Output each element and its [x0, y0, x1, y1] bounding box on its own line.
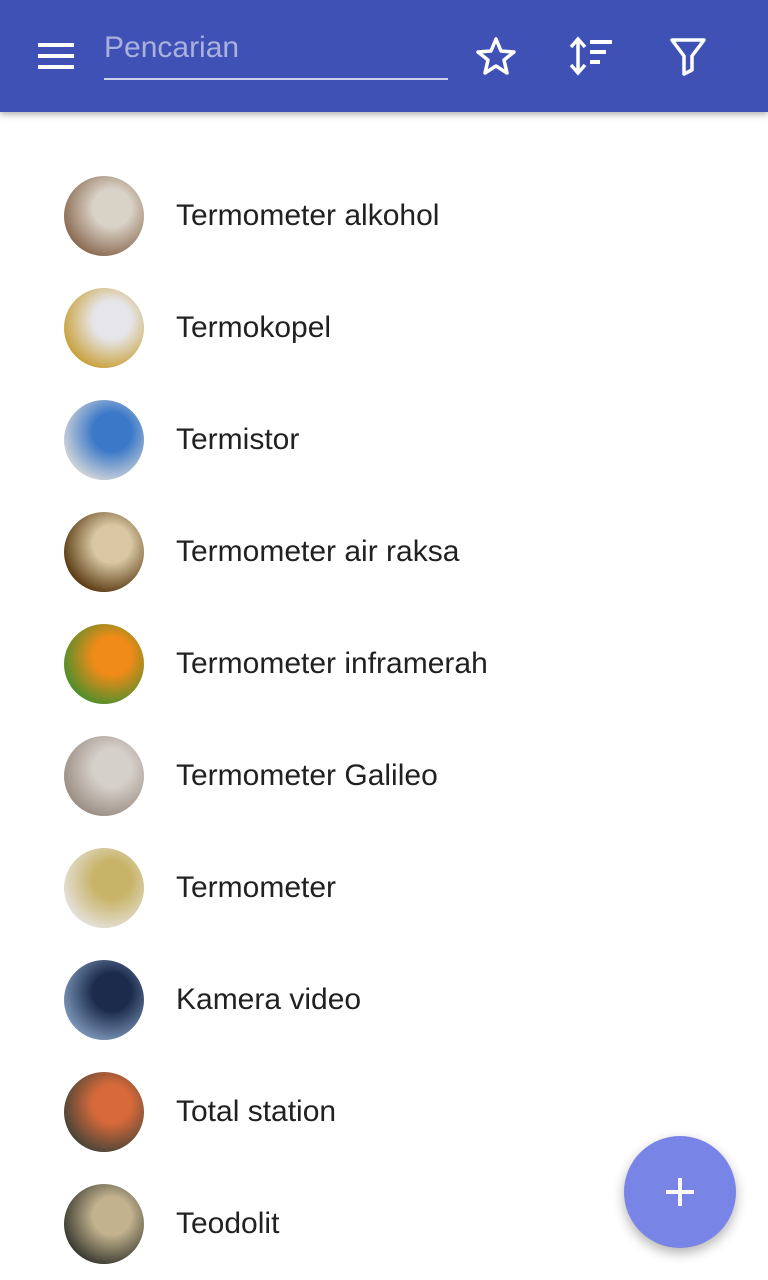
add-button[interactable] [624, 1136, 736, 1248]
menu-icon[interactable] [22, 32, 90, 80]
list-item[interactable]: Termometer air raksa [0, 496, 768, 608]
item-label: Teodolit [176, 1207, 280, 1240]
item-thumbnail [64, 512, 144, 592]
item-thumbnail [64, 848, 144, 928]
item-label: Termometer Galileo [176, 759, 438, 792]
item-list: Termometer alkohol Termokopel Termistor Ter… [0, 160, 768, 1280]
item-thumbnail [64, 176, 144, 256]
item-thumbnail [64, 1184, 144, 1264]
search-input[interactable] [104, 28, 448, 68]
list-item[interactable]: Termistor [0, 384, 768, 496]
item-thumbnail [64, 736, 144, 816]
item-label: Termometer inframerah [176, 647, 488, 680]
search-field[interactable] [104, 24, 448, 80]
item-label: Termometer alkohol [176, 199, 440, 232]
item-thumbnail [64, 624, 144, 704]
item-thumbnail [64, 960, 144, 1040]
list-item[interactable]: Termometer inframerah [0, 608, 768, 720]
item-label: Termometer [176, 871, 337, 904]
list-item[interactable]: Termometer alkohol [0, 160, 768, 272]
item-label: Termokopel [176, 311, 332, 344]
item-label: Termistor [176, 423, 300, 456]
item-label: Total station [176, 1095, 337, 1128]
filter-icon[interactable] [660, 28, 716, 84]
list-item[interactable]: Termokopel [0, 272, 768, 384]
item-thumbnail [64, 400, 144, 480]
list-item[interactable]: Termometer [0, 832, 768, 944]
list-item[interactable]: Kamera video [0, 944, 768, 1056]
item-label: Kamera video [176, 983, 362, 1016]
item-thumbnail [64, 1072, 144, 1152]
item-label: Termometer air raksa [176, 535, 460, 568]
sort-icon[interactable] [564, 28, 620, 84]
app-bar [0, 0, 768, 112]
list-item[interactable]: Termometer Galileo [0, 720, 768, 832]
item-thumbnail [64, 288, 144, 368]
star-icon[interactable] [468, 28, 524, 84]
plus-icon [666, 1178, 694, 1206]
